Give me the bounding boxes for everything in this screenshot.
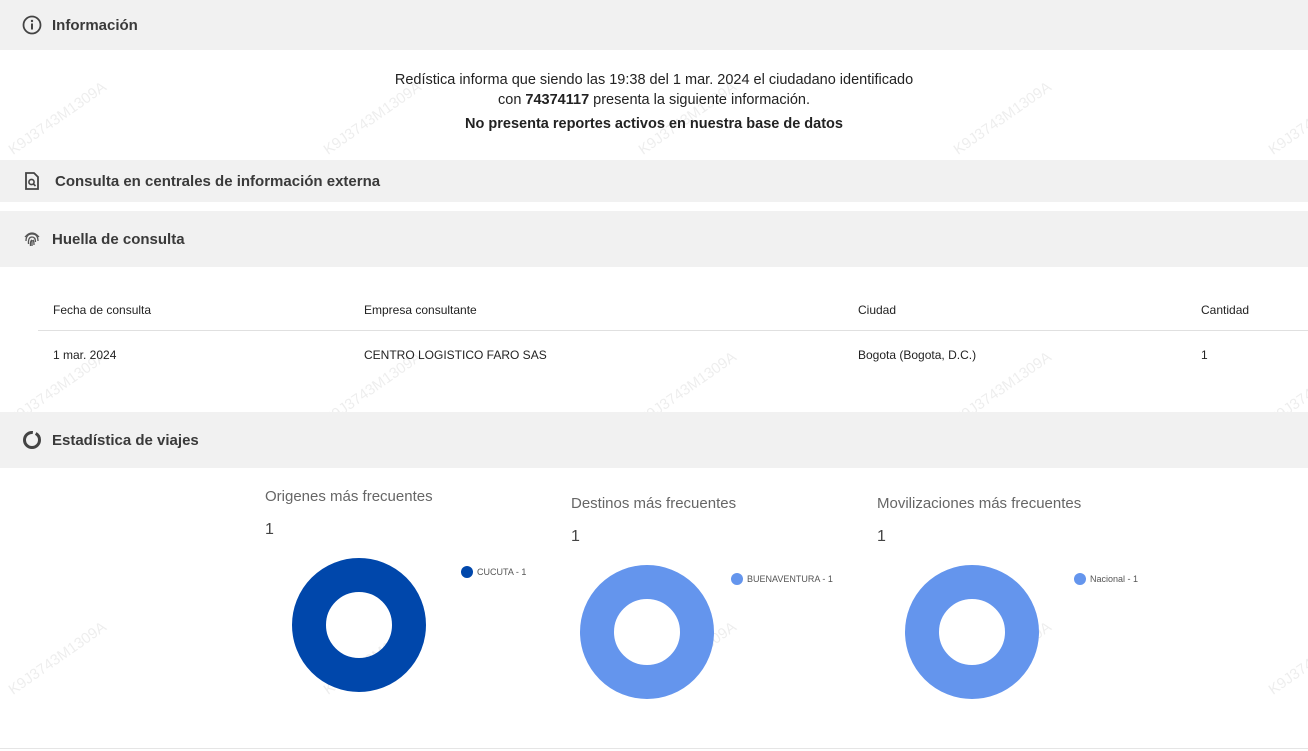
donut-slice (292, 558, 426, 692)
table-row: 1 mar. 2024 CENTRO LOGISTICO FARO SAS Bo… (38, 331, 1308, 379)
huella-table: Fecha de consulta Empresa consultante Ci… (38, 290, 1308, 379)
chart-count: 1 (265, 521, 274, 538)
document-search-icon (21, 170, 43, 192)
info-line-2: con 74374117 presenta la siguiente infor… (0, 90, 1308, 110)
donut-chart (292, 558, 426, 692)
chart-legend[interactable]: BUENAVENTURA - 1 (731, 573, 833, 585)
chart-origenes: Origenes más frecuentes 1 CUCUTA - 1 (265, 488, 545, 703)
chart-count: 1 (877, 528, 886, 545)
legend-label: BUENAVENTURA - 1 (747, 574, 833, 584)
watermark-text: K9J3743M1309A (5, 618, 110, 699)
legend-label: CUCUTA - 1 (477, 567, 527, 577)
table-cell-fecha: 1 mar. 2024 (53, 348, 117, 362)
section-title: Información (52, 16, 138, 34)
chart-title: Origenes más frecuentes (265, 488, 433, 505)
info-circle-icon (21, 14, 43, 36)
legend-dot (731, 573, 743, 585)
watermark-text: K9J3743M1309A (1265, 618, 1308, 699)
table-cell-empresa: CENTRO LOGISTICO FARO SAS (364, 348, 547, 362)
column-header: Empresa consultante (364, 303, 477, 317)
section-header-estadistica: Estadística de viajes (0, 412, 1308, 468)
chart-title: Destinos más frecuentes (571, 495, 737, 512)
section-title: Huella de consulta (52, 230, 185, 248)
section-header-informacion: Información (0, 0, 1308, 50)
chart-movilizaciones: Movilizaciones más frecuentes 1 Nacional… (877, 495, 1157, 710)
legend-dot (461, 566, 473, 578)
column-header: Ciudad (858, 303, 897, 317)
chart-legend[interactable]: CUCUTA - 1 (461, 566, 526, 578)
donut-chart-icon (21, 429, 43, 451)
donut-chart (580, 565, 714, 699)
chart-destinos: Destinos más frecuentes 1 BUENAVENTURA -… (571, 495, 851, 710)
column-header: Fecha de consulta (53, 303, 152, 317)
table-cell-cantidad: 1 (1201, 348, 1208, 362)
chart-legend[interactable]: Nacional - 1 (1074, 573, 1138, 585)
legend-label: Nacional - 1 (1090, 574, 1139, 584)
section-header-consulta-externa[interactable]: Consulta en centrales de información ext… (0, 160, 1308, 202)
column-header: Cantidad (1201, 303, 1250, 317)
table-header-row: Fecha de consulta Empresa consultante Ci… (38, 290, 1308, 331)
fingerprint-icon (21, 228, 43, 250)
divider (0, 748, 1308, 749)
section-title: Consulta en centrales de información ext… (55, 172, 381, 190)
citizen-id: 74374117 (525, 92, 590, 108)
section-title: Estadística de viajes (52, 431, 199, 449)
donut-slice (905, 565, 1039, 699)
chart-title: Movilizaciones más frecuentes (877, 495, 1082, 512)
donut-slice (580, 565, 714, 699)
legend-dot (1074, 573, 1086, 585)
chart-count: 1 (571, 528, 580, 545)
no-reports-text: No presenta reportes activos en nuestra … (465, 116, 843, 132)
info-line-2-pre: con (498, 92, 526, 108)
info-line-1: Redística informa que siendo las 19:38 d… (394, 72, 914, 88)
info-line-2-post: presenta la siguiente información. (589, 92, 810, 108)
section-header-huella: Huella de consulta (0, 211, 1308, 267)
table-cell-ciudad: Bogota (Bogota, D.C.) (858, 348, 977, 362)
donut-chart (905, 565, 1039, 699)
info-message: Redística informa que siendo las 19:38 d… (0, 70, 1308, 132)
